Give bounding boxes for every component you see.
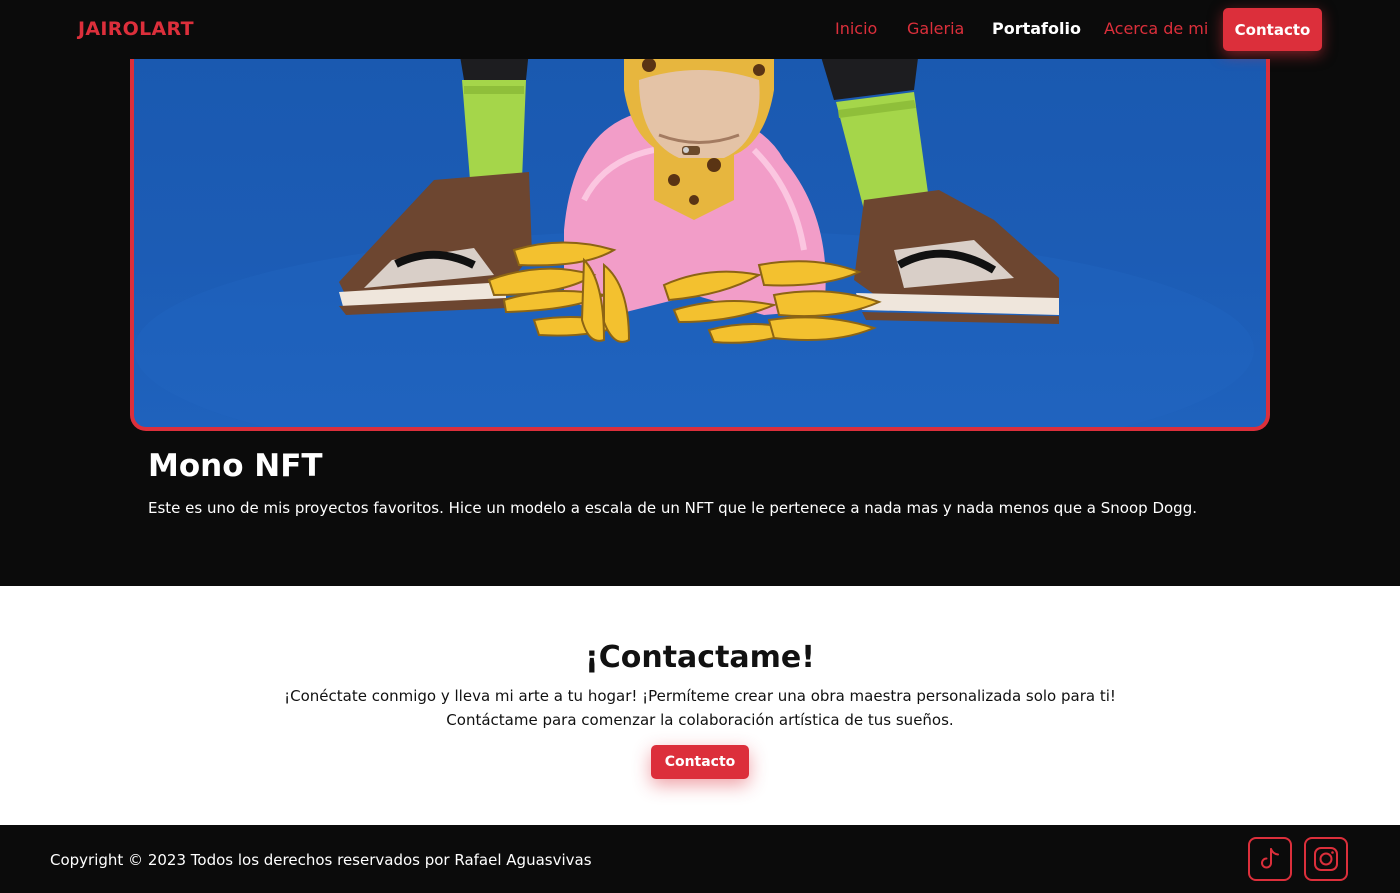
instagram-icon[interactable] xyxy=(1304,837,1348,881)
project-image xyxy=(130,50,1270,431)
brand-logo[interactable]: JAIROLART xyxy=(78,18,194,40)
contact-text-line-1: ¡Conéctate conmigo y lleva mi arte a tu … xyxy=(284,687,1116,705)
contact-button[interactable]: Contacto xyxy=(1223,8,1322,51)
navbar: JAIROLART Inicio Galeria Portafolio Acer… xyxy=(0,0,1400,59)
nav-link-galeria[interactable]: Galeria xyxy=(907,19,964,38)
nav-link-portafolio[interactable]: Portafolio xyxy=(992,19,1081,38)
contact-title: ¡Contactame! xyxy=(585,640,815,675)
nav-link-acerca[interactable]: Acerca de mi xyxy=(1104,19,1208,38)
contact-text-line-2: Contáctame para comenzar la colaboración… xyxy=(446,711,954,729)
contact-section: ¡Contactame! ¡Conéctate conmigo y lleva … xyxy=(0,586,1400,825)
nav-link-inicio[interactable]: Inicio xyxy=(835,19,877,38)
nft-sculpture-photo xyxy=(134,50,1254,427)
footer: Copyright © 2023 Todos los derechos rese… xyxy=(0,825,1400,893)
tiktok-icon[interactable] xyxy=(1248,837,1292,881)
project-description: Este es uno de mis proyectos favoritos. … xyxy=(148,499,1197,517)
copyright-text: Copyright © 2023 Todos los derechos rese… xyxy=(50,851,592,869)
contact-section-button[interactable]: Contacto xyxy=(651,745,749,779)
project-title: Mono NFT xyxy=(148,448,323,484)
